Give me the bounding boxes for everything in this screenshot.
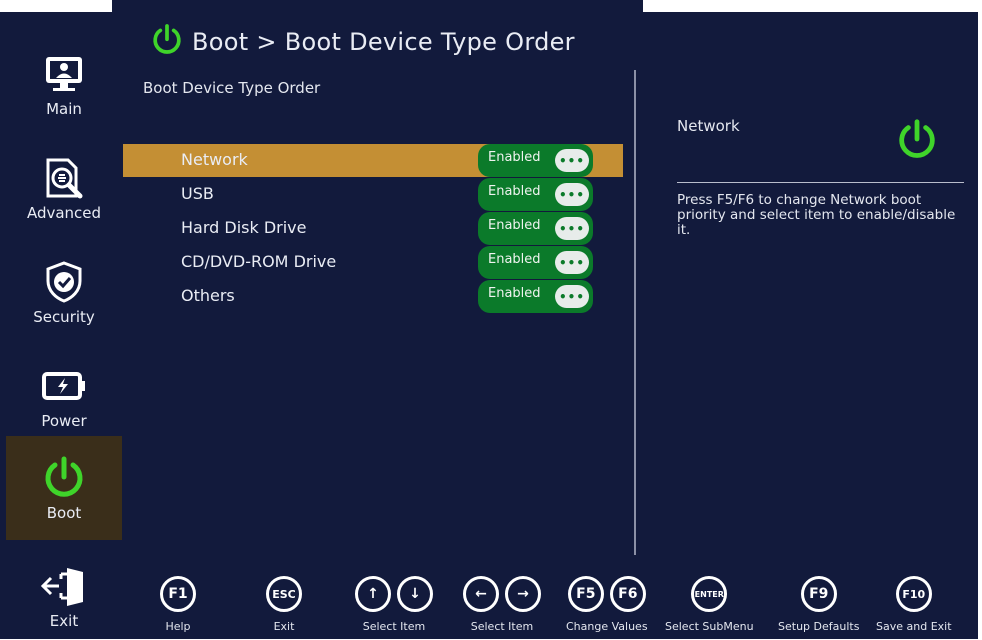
advanced-icon xyxy=(40,154,88,202)
sidebar-item-power[interactable]: Power xyxy=(6,344,122,448)
enable-toggle[interactable]: Enabled ••• xyxy=(478,212,593,245)
key-label: Save and Exit xyxy=(876,620,952,633)
esc-key-icon: ESC xyxy=(266,576,302,612)
top-left-frame xyxy=(0,0,112,12)
right-frame xyxy=(978,0,982,639)
key-f10-save-exit[interactable]: F10 Save and Exit xyxy=(876,576,952,633)
toggle-knob: ••• xyxy=(555,183,589,206)
boot-item-hard-disk[interactable]: Hard Disk Drive Enabled ••• xyxy=(123,212,623,245)
boot-item-others[interactable]: Others Enabled ••• xyxy=(123,280,623,313)
sidebar-item-label: Main xyxy=(46,100,82,118)
boot-item-usb[interactable]: USB Enabled ••• xyxy=(123,178,623,211)
power-icon xyxy=(895,118,939,162)
sidebar-item-label: Power xyxy=(41,412,87,430)
f9-key-icon: F9 xyxy=(800,576,837,612)
key-f5f6-change[interactable]: F5 F6 Change Values xyxy=(566,576,648,633)
sidebar: Main Advanced Security Power Boot Exit xyxy=(6,12,122,639)
page-subtitle: Boot Device Type Order xyxy=(143,79,321,97)
key-label: Exit xyxy=(273,620,295,633)
sidebar-item-advanced[interactable]: Advanced xyxy=(6,136,122,240)
toggle-knob: ••• xyxy=(555,217,589,240)
arrow-down-icon: ↓ xyxy=(397,576,433,612)
arrow-left-icon: ← xyxy=(463,576,499,612)
help-title: Network xyxy=(677,117,740,135)
sidebar-item-label: Advanced xyxy=(26,204,102,222)
shield-icon xyxy=(40,258,88,306)
toggle-state: Enabled xyxy=(488,150,541,165)
key-f1-help[interactable]: F1 Help xyxy=(160,576,196,633)
top-right-frame xyxy=(643,0,982,12)
arrow-up-icon: ↑ xyxy=(355,576,391,612)
boot-item-label: USB xyxy=(181,184,214,203)
enable-toggle[interactable]: Enabled ••• xyxy=(478,246,593,279)
f1-key-icon: F1 xyxy=(160,576,196,612)
help-text: Press F5/F6 to change Network boot prior… xyxy=(677,192,956,238)
toggle-state: Enabled xyxy=(488,184,541,199)
power-icon xyxy=(150,23,184,61)
toggle-knob: ••• xyxy=(555,285,589,308)
key-label: Help xyxy=(165,620,191,633)
help-divider xyxy=(677,182,964,183)
sidebar-item-boot[interactable]: Boot xyxy=(6,436,122,540)
key-f9-defaults[interactable]: F9 Setup Defaults xyxy=(778,576,859,633)
page-header: Boot > Boot Device Type Order xyxy=(150,24,575,60)
toggle-knob: ••• xyxy=(555,251,589,274)
key-label: Setup Defaults xyxy=(778,620,860,633)
enter-key-icon: ENTER xyxy=(691,576,728,612)
monitor-icon xyxy=(40,50,88,98)
key-esc-exit[interactable]: ESC Exit xyxy=(266,576,302,633)
exit-icon xyxy=(40,562,88,610)
sidebar-item-main[interactable]: Main xyxy=(6,32,122,136)
f6-key-icon: F6 xyxy=(609,576,646,612)
boot-item-label: Others xyxy=(181,286,235,305)
key-enter-submenu[interactable]: ENTER Select SubMenu xyxy=(665,576,754,633)
key-label: Change Values xyxy=(566,620,648,633)
sidebar-item-security[interactable]: Security xyxy=(6,240,122,344)
boot-item-label: Hard Disk Drive xyxy=(181,218,307,237)
arrow-right-icon: → xyxy=(505,576,541,612)
f5-key-icon: F5 xyxy=(567,576,604,612)
panel-divider xyxy=(634,70,636,555)
key-label: Select SubMenu xyxy=(665,620,754,633)
boot-item-label: Network xyxy=(181,150,248,169)
power-icon xyxy=(40,454,88,502)
sidebar-item-label: Boot xyxy=(46,504,82,522)
f10-key-icon: F10 xyxy=(895,576,932,612)
key-label: Select Item xyxy=(362,620,426,633)
sidebar-item-label: Exit xyxy=(49,612,79,630)
enable-toggle[interactable]: Enabled ••• xyxy=(478,178,593,211)
enable-toggle[interactable]: Enabled ••• xyxy=(478,144,593,177)
bios-screen: Main Advanced Security Power Boot Exit B… xyxy=(0,0,982,639)
toggle-state: Enabled xyxy=(488,252,541,267)
key-leftright-select[interactable]: ← → Select Item xyxy=(463,576,541,633)
sidebar-item-label: Security xyxy=(33,308,95,326)
boot-item-network[interactable]: Network Enabled ••• xyxy=(123,144,623,177)
boot-item-label: CD/DVD-ROM Drive xyxy=(181,252,337,271)
boot-item-cd-dvd[interactable]: CD/DVD-ROM Drive Enabled ••• xyxy=(123,246,623,279)
toggle-state: Enabled xyxy=(488,218,541,233)
toggle-state: Enabled xyxy=(488,286,541,301)
key-updown-select[interactable]: ↑ ↓ Select Item xyxy=(355,576,433,633)
breadcrumb: Boot > Boot Device Type Order xyxy=(192,28,575,56)
enable-toggle[interactable]: Enabled ••• xyxy=(478,280,593,313)
toggle-knob: ••• xyxy=(555,149,589,172)
sidebar-item-exit[interactable]: Exit xyxy=(6,552,122,640)
battery-icon xyxy=(40,362,88,410)
key-label: Select Item xyxy=(470,620,534,633)
